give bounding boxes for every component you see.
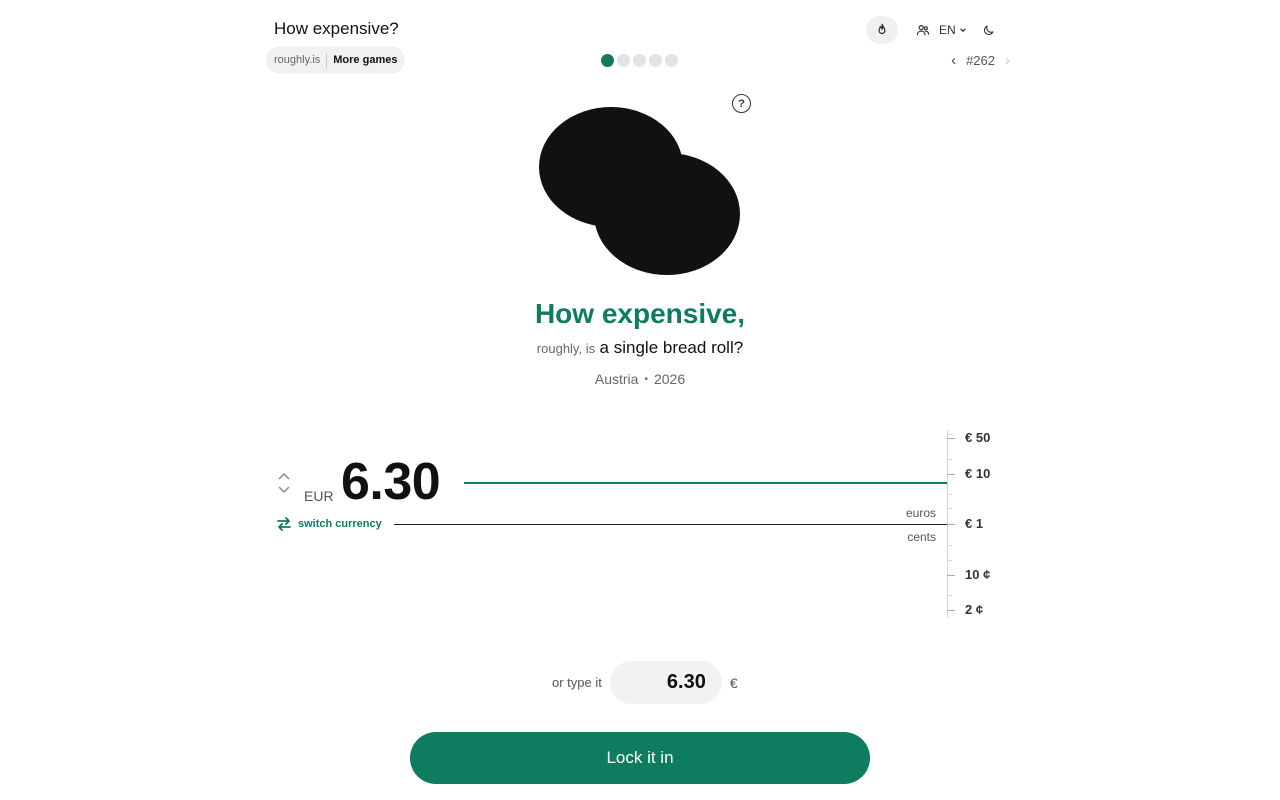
progress-dot bbox=[617, 54, 630, 67]
scale-label: € 10 bbox=[965, 466, 991, 481]
moon-icon bbox=[984, 25, 994, 35]
scale-tick bbox=[947, 508, 952, 509]
progress-dot bbox=[633, 54, 646, 67]
scale-label: 10 ¢ bbox=[965, 567, 991, 582]
value-stepper[interactable] bbox=[276, 472, 292, 494]
language-label: EN bbox=[939, 23, 956, 37]
friends-button[interactable] bbox=[915, 22, 931, 38]
type-input-label: or type it bbox=[552, 675, 602, 690]
chevron-up-icon[interactable] bbox=[277, 472, 291, 480]
streak-button[interactable] bbox=[866, 16, 898, 44]
progress-dots bbox=[601, 54, 678, 67]
scale-tick bbox=[947, 434, 952, 435]
euro-cent-divider bbox=[394, 524, 948, 525]
site-link[interactable]: roughly.is bbox=[274, 54, 320, 66]
context-separator: • bbox=[644, 374, 648, 385]
bread-roll-silhouette bbox=[539, 107, 740, 275]
scale-tick bbox=[947, 595, 952, 596]
brand-pill: roughly.is More games bbox=[266, 46, 406, 74]
scale-tick bbox=[947, 494, 952, 495]
flame-icon bbox=[878, 23, 886, 35]
scale-tick bbox=[947, 438, 955, 439]
scale-tick bbox=[947, 610, 955, 611]
scale-tick bbox=[947, 459, 952, 460]
currency-code: EUR bbox=[304, 488, 334, 504]
type-input-row: or type it € bbox=[552, 661, 738, 704]
switch-currency-button[interactable]: switch currency bbox=[276, 517, 382, 531]
next-puzzle-button[interactable]: › bbox=[1005, 52, 1010, 69]
app-title: How expensive? bbox=[274, 19, 399, 38]
guess-value: 6.30 bbox=[341, 453, 441, 511]
scale-tick bbox=[947, 545, 952, 546]
scale-tick bbox=[947, 524, 955, 525]
scale-label: € 50 bbox=[965, 430, 991, 445]
scale-label: 2 ¢ bbox=[965, 602, 984, 617]
scale-tick bbox=[947, 474, 955, 475]
question-subject: a single bread roll? bbox=[599, 338, 744, 357]
roll-shape-front bbox=[594, 153, 740, 275]
dark-mode-toggle[interactable] bbox=[981, 22, 997, 38]
scale-tick bbox=[947, 560, 952, 561]
more-games-link[interactable]: More games bbox=[333, 54, 397, 66]
question-line: roughly, is a single bread roll? bbox=[0, 338, 1280, 358]
scale-label: € 1 bbox=[965, 516, 984, 531]
progress-dot bbox=[649, 54, 662, 67]
cents-label: cents bbox=[907, 530, 936, 544]
header-controls: EN bbox=[866, 16, 997, 44]
price-scale[interactable]: € 50 € 10 € 1 10 ¢ 2 ¢ bbox=[947, 430, 1007, 618]
question-heading: How expensive, bbox=[534, 298, 746, 329]
chevron-down-icon bbox=[959, 28, 966, 33]
language-select[interactable]: EN bbox=[939, 23, 967, 37]
question-context: Austria • 2026 bbox=[0, 371, 1280, 387]
pill-divider bbox=[326, 52, 328, 68]
puzzle-nav: ‹ #262 › bbox=[951, 52, 1010, 69]
puzzle-number: #262 bbox=[966, 53, 995, 68]
currency-symbol: € bbox=[729, 674, 738, 691]
year-label: 2026 bbox=[653, 371, 686, 387]
price-input[interactable] bbox=[609, 661, 722, 704]
prev-puzzle-button[interactable]: ‹ bbox=[951, 52, 956, 69]
help-button[interactable]: ? bbox=[732, 94, 751, 113]
lock-it-in-button[interactable]: Lock it in bbox=[410, 732, 870, 784]
guess-indicator-line[interactable] bbox=[464, 482, 948, 484]
friends-icon bbox=[916, 25, 930, 36]
progress-dot bbox=[665, 54, 678, 67]
progress-dot bbox=[601, 54, 614, 67]
question-prefix: roughly, is bbox=[536, 341, 596, 356]
scale-tick bbox=[947, 575, 955, 576]
country-label: Austria bbox=[594, 371, 639, 387]
chevron-down-icon[interactable] bbox=[277, 486, 291, 494]
switch-currency-label: switch currency bbox=[298, 518, 382, 530]
euros-label: euros bbox=[905, 506, 936, 520]
swap-arrows-icon bbox=[277, 517, 291, 531]
